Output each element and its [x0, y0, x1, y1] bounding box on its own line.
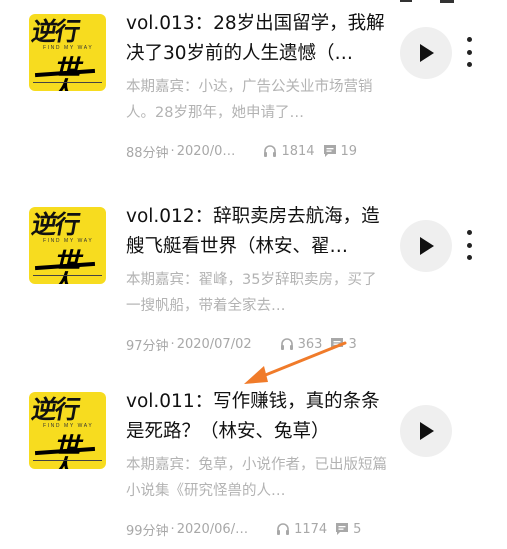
meta-separator: · [170, 143, 175, 159]
cover-title: 逆行 [29, 210, 81, 239]
cover-subtitle: FIND MY WAY [43, 423, 94, 429]
headphones-icon [277, 523, 290, 535]
episode-date: 2020/0… [176, 143, 236, 159]
comment-count: 19 [323, 143, 358, 159]
comment-icon [331, 338, 344, 350]
meta-separator: · [170, 521, 175, 537]
episode-meta: 88分钟 · 2020/0… 1814 19 [126, 141, 388, 161]
play-button[interactable] [400, 220, 452, 272]
cover-subtitle: FIND MY WAY [43, 238, 94, 244]
episode-date: 2020/06/… [176, 521, 249, 537]
episode-date: 2020/07/02 [176, 336, 252, 352]
headphones-icon [264, 145, 277, 157]
cover-subtitle: FIND MY WAY [43, 45, 94, 51]
episode-meta: 97分钟 · 2020/07/02 363 3 [126, 334, 388, 354]
episode-title[interactable]: vol.013：28岁出国留学，我解决了30岁前的人生遗憾（… [126, 9, 388, 69]
more-vertical-icon [466, 230, 472, 260]
play-icon [420, 422, 434, 440]
comment-count-value: 19 [340, 143, 358, 159]
episode-description: 本期嘉宾：小达，广告公关业市场营销人。28岁那年，她申请了… [126, 79, 373, 121]
listen-count: 1814 [263, 143, 315, 159]
listen-count-value: 1174 [294, 521, 328, 537]
episode-description: 本期嘉宾：兔草，小说作者，已出版短篇小说集《研究怪兽的人… [126, 457, 387, 499]
episode-item[interactable]: 逆行 FIND MY WAY 世人 vol.013：28岁出国留学，我解决了30… [0, 0, 507, 180]
cover-title: 逆行 [29, 395, 81, 424]
comment-count-value: 5 [353, 521, 362, 537]
episode-description: 本期嘉宾：翟峰，35岁辞职卖房，买了一搜帆船，带着全家去… [126, 272, 377, 314]
episode-duration: 88分钟 [126, 145, 169, 161]
comment-icon [323, 145, 336, 157]
episode-duration: 99分钟 [126, 523, 169, 539]
episode-title[interactable]: vol.011：写作赚钱，真的条条是死路？（林安、兔草） [126, 387, 388, 447]
more-options-button[interactable] [462, 230, 476, 260]
headphones-icon [280, 338, 293, 350]
episode-duration: 97分钟 [126, 338, 169, 354]
more-vertical-icon [466, 37, 472, 67]
listen-count-value: 1814 [281, 143, 315, 159]
comment-count-value: 3 [348, 336, 357, 352]
comment-icon [336, 523, 349, 535]
episode-item[interactable]: 逆行 FIND MY WAY 世人 vol.011：写作赚钱，真的条条是死路？（… [0, 378, 507, 549]
episode-title[interactable]: vol.012：辞职卖房去航海，造艘飞艇看世界（林安、翟… [126, 202, 388, 262]
episode-list: 逆行 FIND MY WAY 世人 vol.013：28岁出国留学，我解决了30… [0, 0, 507, 549]
episode-meta: 99分钟 · 2020/06/… 1174 5 [126, 519, 388, 539]
episode-cover: 逆行 FIND MY WAY 世人 [29, 392, 106, 469]
listen-count: 363 [280, 336, 323, 352]
play-button[interactable] [400, 405, 452, 457]
play-icon [420, 44, 434, 62]
comment-count: 5 [335, 522, 361, 537]
meta-separator: · [170, 336, 175, 352]
listen-count: 1174 [276, 522, 327, 537]
cover-title: 逆行 [29, 17, 81, 46]
listen-count-value: 363 [297, 336, 323, 352]
episode-item[interactable]: 逆行 FIND MY WAY 世人 vol.012：辞职卖房去航海，造艘飞艇看世… [0, 193, 507, 373]
play-icon [420, 237, 434, 255]
more-options-button[interactable] [462, 37, 476, 67]
play-button[interactable] [400, 27, 452, 79]
episode-cover: 逆行 FIND MY WAY 世人 [29, 207, 106, 284]
episode-cover: 逆行 FIND MY WAY 世人 [29, 14, 106, 91]
comment-count: 3 [330, 336, 357, 352]
